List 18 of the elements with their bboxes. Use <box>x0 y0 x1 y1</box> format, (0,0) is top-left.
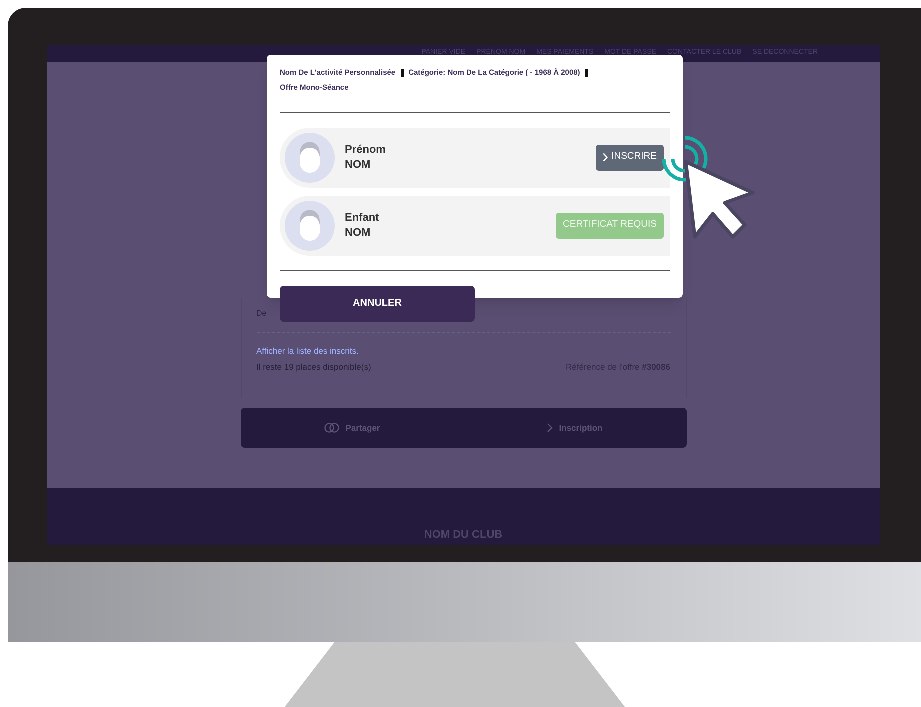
registrants-link[interactable]: Afficher la liste des inscrits. <box>256 345 359 358</box>
chevron-right-icon <box>547 423 554 433</box>
last-name: NOM <box>345 158 372 172</box>
separator-mark-icon <box>400 68 404 77</box>
avatar-icon <box>285 132 335 182</box>
separator-mark-icon <box>585 68 588 77</box>
cancel-button[interactable]: ANNULER <box>280 286 475 322</box>
chevron-right-icon <box>602 153 608 162</box>
avatar-icon <box>285 200 335 250</box>
certificate-required-button[interactable]: CERTIFICAT REQUIS <box>556 212 664 238</box>
register-button[interactable]: INSCRIRE <box>596 144 664 170</box>
share-rings-icon <box>324 423 340 433</box>
registration-link[interactable]: Inscription <box>559 422 603 434</box>
first-name: Prénom <box>345 142 386 158</box>
last-name: NOM <box>345 226 372 240</box>
places-remaining: Il reste 19 places disponible(s) <box>256 360 372 374</box>
first-name: Enfant <box>345 210 380 226</box>
share-link[interactable]: Partager <box>346 422 380 434</box>
